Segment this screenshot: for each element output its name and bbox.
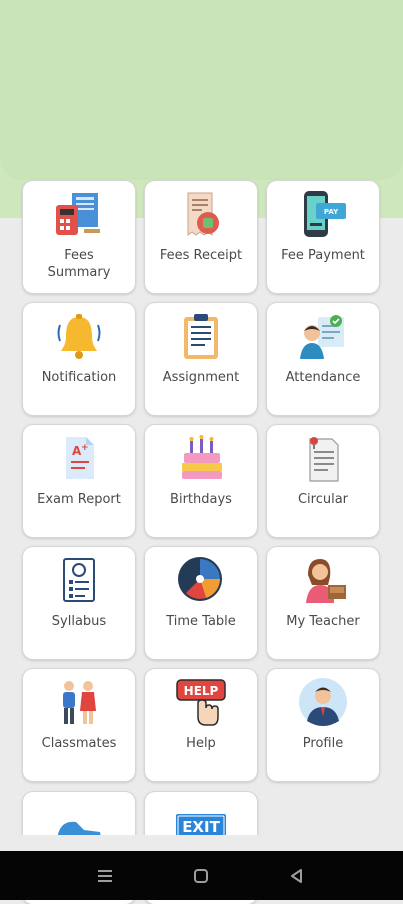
fees-receipt-icon: [187, 192, 219, 236]
tile-label: Help: [186, 736, 216, 751]
tile-fees-receipt[interactable]: Fees Receipt: [145, 181, 257, 293]
tile-label: Assignment: [162, 370, 240, 385]
profile-icon: [299, 678, 347, 726]
cake-icon: [182, 435, 222, 479]
tile-label: Syllabus: [51, 614, 107, 629]
time-table-icon: [178, 557, 222, 601]
syllabus-icon: [63, 558, 95, 602]
tile-my-teacher[interactable]: My Teacher: [267, 547, 379, 659]
pay-text: PAY: [324, 208, 339, 216]
bell-icon: [57, 314, 101, 359]
home-icon[interactable]: [192, 867, 210, 885]
svg-text:+: +: [81, 443, 89, 453]
tile-label: Exam Report: [37, 492, 121, 507]
recents-icon[interactable]: [96, 867, 114, 885]
system-nav-bar: [0, 851, 403, 900]
tile-label: Fees Receipt: [159, 248, 243, 263]
scroll-cutoff: [0, 835, 403, 851]
fee-payment-icon: PAY: [304, 191, 346, 237]
fees-summary-icon: [56, 193, 100, 235]
exit-sign-text: EXIT: [182, 818, 220, 836]
tile-label: Notification: [41, 370, 117, 385]
tile-profile[interactable]: Profile: [267, 669, 379, 781]
tile-help[interactable]: HELP Help: [145, 669, 257, 781]
tile-circular[interactable]: Circular: [267, 425, 379, 537]
tile-label: Fees Summary: [47, 248, 111, 280]
tile-label: Birthdays: [170, 492, 232, 507]
tile-syllabus[interactable]: Syllabus: [23, 547, 135, 659]
classmates-icon: [63, 681, 96, 724]
tile-label: Time Table: [166, 614, 236, 629]
exam-report-icon: A +: [66, 437, 94, 479]
tile-assignment[interactable]: Assignment: [145, 303, 257, 415]
help-sign-text: HELP: [184, 684, 219, 698]
tile-birthdays[interactable]: Birthdays: [145, 425, 257, 537]
tile-label: Attendance: [285, 370, 361, 385]
tile-time-table[interactable]: Time Table: [145, 547, 257, 659]
tile-notification[interactable]: Notification: [23, 303, 135, 415]
tile-attendance[interactable]: Attendance: [267, 303, 379, 415]
tile-label: Circular: [297, 492, 349, 507]
tile-exam-report[interactable]: A + Exam Report: [23, 425, 135, 537]
tile-fees-summary[interactable]: Fees Summary: [23, 181, 135, 293]
tile-fee-payment[interactable]: PAY Fee Payment: [267, 181, 379, 293]
tile-label: Classmates: [41, 736, 117, 751]
tile-label: Profile: [302, 736, 344, 751]
help-icon: HELP: [176, 679, 226, 726]
clipboard-icon: [184, 314, 218, 359]
tile-label: Fee Payment: [281, 248, 365, 263]
attendance-icon: [300, 315, 344, 359]
header-banner-top: [0, 0, 403, 180]
back-icon[interactable]: [288, 867, 306, 885]
circular-icon: [309, 437, 339, 482]
tile-label: My Teacher: [286, 614, 360, 629]
tile-classmates[interactable]: Classmates: [23, 669, 135, 781]
teacher-icon: [306, 559, 346, 603]
